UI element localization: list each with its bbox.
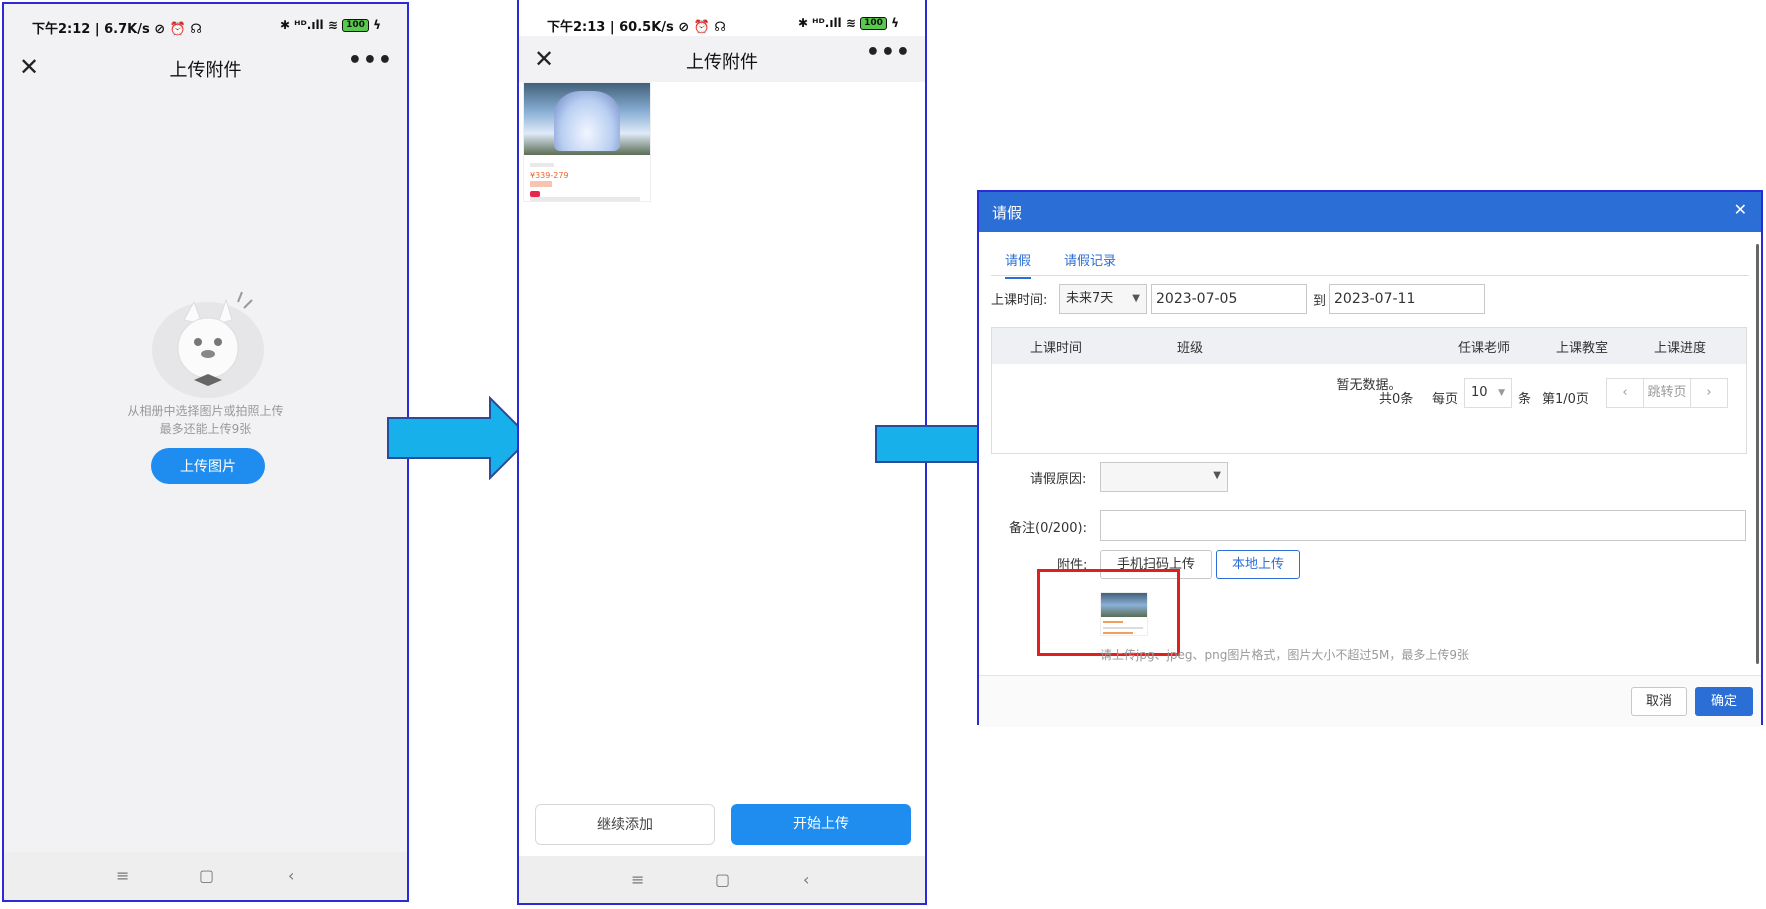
phone-screen-selected: 下午2:13 | 60.5K/s ⊘ ⏰ ☊ ✱ ᴴᴰ.ıll ≋ 100 ϟ …: [517, 0, 927, 905]
next-page-button[interactable]: ›: [1690, 378, 1728, 408]
class-time-label: 上课时间:: [991, 293, 1048, 308]
more-icon[interactable]: •••: [866, 40, 911, 65]
status-icons: ✱ ᴴᴰ.ıll ≋ 100 ϟ: [280, 18, 381, 32]
close-icon[interactable]: ✕: [1734, 200, 1747, 219]
empty-hint-line2: 最多还能上传9张: [159, 422, 252, 436]
local-upload-button[interactable]: 本地上传: [1216, 550, 1300, 579]
menu-key-icon[interactable]: ≡: [631, 870, 644, 889]
column-header: 上课进度: [1654, 341, 1707, 356]
charging-icon: ϟ: [373, 18, 381, 32]
start-upload-button[interactable]: 开始上传: [731, 804, 911, 845]
pager-unit: 条: [1518, 392, 1532, 407]
pager-total: 共0条: [1379, 392, 1414, 407]
status-time: 下午2:12 | 6.7K/s ⊘ ⏰ ☊: [32, 22, 202, 37]
dress-image: [554, 91, 620, 151]
empty-hint-line1: 从相册中选择图片或拍照上传: [127, 404, 284, 418]
signal-icon: ✱ ᴴᴰ.ıll ≋: [797, 16, 856, 30]
thumbnail-price: ¥339-279: [530, 171, 569, 180]
flow-arrow-icon: [387, 396, 532, 480]
back-key-icon[interactable]: ‹: [288, 866, 294, 885]
dialog-footer: 取消 确定: [979, 675, 1761, 727]
tab-bar: 请假 请假记录: [991, 240, 1749, 279]
chevron-down-icon: ▼: [1213, 470, 1221, 481]
pager-per-page-label: 每页: [1432, 392, 1459, 407]
page-title: 上传附件: [169, 60, 242, 81]
dialog-title: 请假: [992, 204, 1023, 222]
column-header: 任课老师: [1458, 341, 1511, 356]
remark-input[interactable]: [1100, 510, 1746, 541]
page-size-select[interactable]: 10 ▼: [1464, 378, 1512, 408]
battery-icon: 100: [342, 19, 369, 32]
charging-icon: ϟ: [891, 16, 899, 30]
home-key-icon[interactable]: ▢: [199, 866, 214, 885]
scrollbar[interactable]: [1756, 244, 1759, 664]
continue-add-button[interactable]: 继续添加: [535, 804, 715, 845]
tab-leave-records[interactable]: 请假记录: [1064, 250, 1116, 269]
to-label: 到: [1313, 294, 1327, 309]
back-key-icon[interactable]: ‹: [803, 870, 809, 889]
empty-state-illustration-icon: [152, 291, 264, 398]
upload-image-button[interactable]: 上传图片: [151, 448, 265, 484]
range-select-value: 未来7天: [1066, 291, 1114, 306]
chevron-down-icon: ▼: [1498, 388, 1505, 398]
chevron-down-icon: ▼: [1132, 293, 1140, 304]
schedule-table: 上课时间 班级 任课老师 上课教室 上课进度 暂无数据。 共0条 每页 10 ▼…: [991, 327, 1747, 454]
thumbnail-photo: [524, 83, 650, 155]
system-nav-bar: ≡ ▢ ‹: [4, 852, 407, 900]
phone-screen-empty: 下午2:12 | 6.7K/s ⊘ ⏰ ☊ ✱ ᴴᴰ.ıll ≋ 100 ϟ ✕…: [2, 2, 409, 902]
jump-page-button[interactable]: 跳转页: [1643, 378, 1691, 408]
tab-leave[interactable]: 请假: [1005, 250, 1032, 279]
reason-label: 请假原因:: [1030, 472, 1087, 487]
dialog-header: 请假 ✕: [979, 192, 1761, 232]
reason-select[interactable]: ▼: [1100, 462, 1228, 492]
status-bar: 下午2:12 | 6.7K/s ⊘ ⏰ ☊ ✱ ᴴᴰ.ıll ≋ 100 ϟ: [4, 4, 407, 44]
date-from-input[interactable]: 2023-07-05: [1151, 284, 1307, 314]
battery-icon: 100: [860, 17, 887, 30]
table-header: 上课时间 班级 任课老师 上课教室 上课进度: [992, 328, 1746, 364]
leave-request-dialog: 请假 ✕ 请假 请假记录 上课时间: 未来7天 ▼ 2023-07-05 到 2…: [977, 190, 1763, 727]
nav-bar: ✕ 上传附件 •••: [519, 36, 925, 82]
page-title: 上传附件: [686, 52, 758, 73]
prev-page-button[interactable]: ‹: [1606, 378, 1644, 408]
column-header: 上课教室: [1556, 341, 1609, 356]
selected-image-thumbnail[interactable]: ¥339-279: [523, 82, 651, 202]
status-icons: ✱ ᴴᴰ.ıll ≋ 100 ϟ: [798, 16, 899, 30]
range-select[interactable]: 未来7天 ▼: [1059, 284, 1147, 314]
menu-key-icon[interactable]: ≡: [116, 866, 129, 885]
more-icon[interactable]: •••: [348, 48, 393, 73]
nav-bar: ✕ 上传附件 •••: [4, 44, 407, 90]
date-to-input[interactable]: 2023-07-11: [1329, 284, 1485, 314]
column-header: 上课时间: [1030, 341, 1083, 356]
system-nav-bar: ≡ ▢ ‹: [519, 856, 925, 903]
highlight-box: [1037, 569, 1180, 656]
home-key-icon[interactable]: ▢: [715, 870, 730, 889]
confirm-button[interactable]: 确定: [1695, 687, 1753, 716]
pager-page-info: 第1/0页: [1542, 392, 1589, 407]
upload-hint: 请上传jpg、jpeg、png图片格式，图片大小不超过5M，最多上传9张: [1100, 648, 1469, 662]
column-header: 班级: [1177, 341, 1204, 356]
remark-label: 备注(0/200):: [1009, 521, 1087, 536]
cancel-button[interactable]: 取消: [1631, 687, 1687, 716]
page-size-value: 10: [1471, 385, 1488, 400]
signal-icon: ✱ ᴴᴰ.ıll ≋: [279, 18, 338, 32]
status-time: 下午2:13 | 60.5K/s ⊘ ⏰ ☊: [547, 20, 726, 35]
